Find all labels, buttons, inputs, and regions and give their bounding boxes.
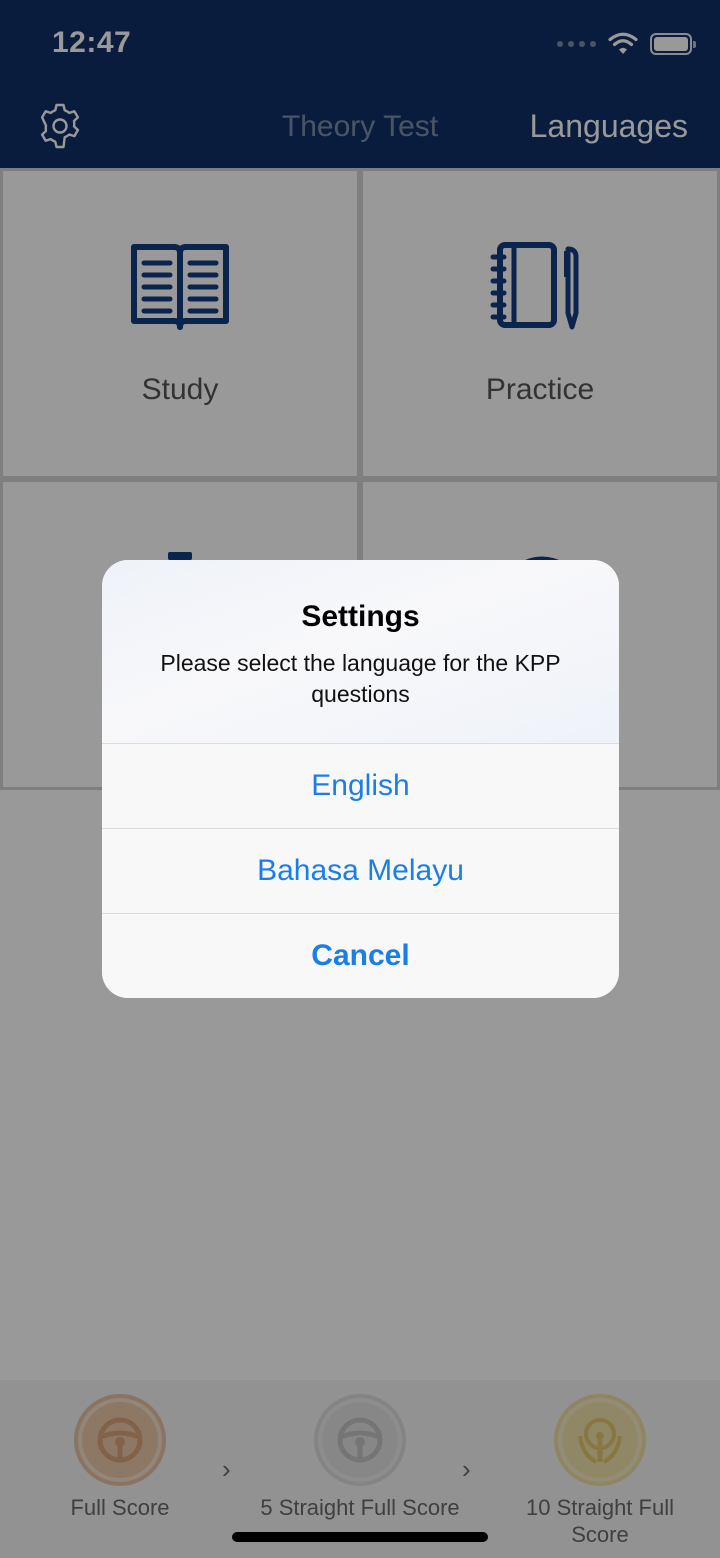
dialog-message: Please select the language for the KPP q… [160, 650, 561, 707]
screen: 12:47 Theory Test Languages Study Practi… [0, 0, 720, 1558]
cancel-button[interactable]: Cancel [102, 914, 619, 998]
settings-dialog: Settings Please select the language for … [102, 560, 619, 998]
dialog-title: Settings [301, 600, 420, 633]
home-indicator[interactable] [232, 1532, 488, 1542]
bahasa-melayu-option-button[interactable]: Bahasa Melayu [102, 829, 619, 914]
dialog-header: Settings Please select the language for … [102, 560, 619, 744]
english-option-button[interactable]: English [102, 744, 619, 829]
